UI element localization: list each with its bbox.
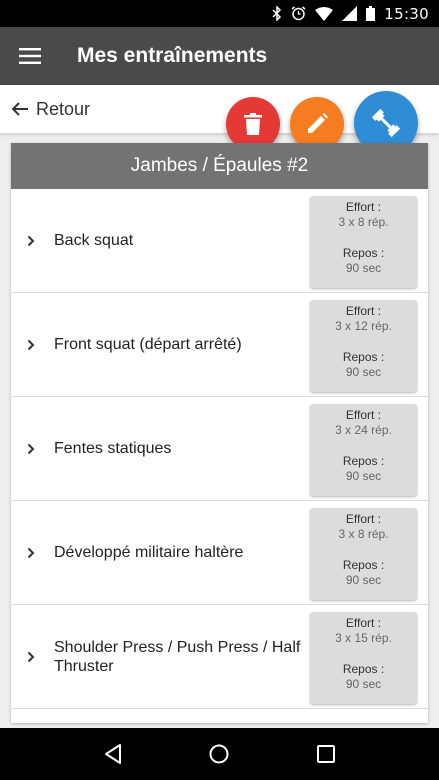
effort-label: Effort : xyxy=(345,304,382,318)
exercise-name: Shoulder Press / Push Press / Half Thrus… xyxy=(54,638,301,675)
exercise-row[interactable]: Développé militaire haltère Effort :3 x 8… xyxy=(11,501,428,605)
exercise-stats: Effort :3 x 15 rép. Repos :90 sec xyxy=(310,612,417,704)
effort-value: 3 x 12 rép. xyxy=(335,319,392,333)
effort-label: Effort : xyxy=(345,512,382,526)
app-bar: Mes entraînements xyxy=(0,27,439,85)
trash-icon xyxy=(244,113,262,135)
wifi-icon xyxy=(315,6,334,21)
rest-value: 90 sec xyxy=(345,365,382,379)
effort-value: 3 x 8 rép. xyxy=(338,215,389,229)
bluetooth-icon xyxy=(272,6,282,21)
rest-label: Repos : xyxy=(342,350,385,364)
exercise-row[interactable]: Front squat (départ arrêté) Effort :3 x 1… xyxy=(11,293,428,397)
rest-value: 90 sec xyxy=(345,261,382,275)
triangle-back-icon xyxy=(105,744,122,764)
effort-label: Effort : xyxy=(345,200,382,214)
exercise-name: Fentes statiques xyxy=(54,440,172,457)
exercise-row[interactable]: Back squat Effort :3 x 8 rép. Repos :90 se… xyxy=(11,189,428,293)
effort-label: Effort : xyxy=(345,616,382,630)
workout-card: Jambes / Épaules #2 Back squat Effort :3 … xyxy=(11,143,428,723)
rest-label: Repos : xyxy=(342,662,385,676)
exercise-stats: Effort :3 x 24 rép. Repos :90 sec xyxy=(310,404,417,496)
exercise-row[interactable]: Shoulder Press / Push Press / Half Thrus… xyxy=(11,605,428,709)
effort-value: 3 x 15 rép. xyxy=(335,631,392,645)
exercise-list: Back squat Effort :3 x 8 rép. Repos :90 se… xyxy=(11,189,428,709)
rest-value: 90 sec xyxy=(345,469,382,483)
system-nav-bar xyxy=(0,728,439,780)
rest-value: 90 sec xyxy=(345,573,382,587)
status-time: 15:30 xyxy=(384,4,429,23)
workout-title: Jambes / Épaules #2 xyxy=(11,143,428,189)
exercise-row[interactable]: Fentes statiques Effort :3 x 24 rép. Repos… xyxy=(11,397,428,501)
status-bar: 15:30 xyxy=(0,0,439,27)
rest-label: Repos : xyxy=(342,454,385,468)
back-button[interactable]: Retour xyxy=(12,99,90,120)
chevron-right-icon xyxy=(27,501,35,604)
chevron-right-icon xyxy=(27,605,35,708)
hamburger-menu-icon xyxy=(19,48,41,64)
rest-value: 90 sec xyxy=(345,677,382,691)
menu-button[interactable] xyxy=(0,27,60,85)
exercise-stats: Effort :3 x 12 rép. Repos :90 sec xyxy=(310,300,417,392)
dumbbell-icon xyxy=(371,108,401,138)
rest-label: Repos : xyxy=(342,558,385,572)
back-label: Retour xyxy=(36,98,91,119)
exercise-name: Front squat (départ arrêté) xyxy=(54,336,242,353)
effort-value: 3 x 8 rép. xyxy=(338,527,389,541)
exercise-name: Back squat xyxy=(54,232,134,249)
nav-back-button[interactable] xyxy=(89,730,137,778)
page-title: Mes entraînements xyxy=(77,44,268,67)
chevron-right-icon xyxy=(27,293,35,396)
chevron-right-icon xyxy=(27,189,35,292)
pencil-icon xyxy=(308,113,328,133)
exercise-stats: Effort :3 x 8 rép. Repos :90 sec xyxy=(310,196,417,288)
effort-label: Effort : xyxy=(345,408,382,422)
effort-value: 3 x 24 rép. xyxy=(335,423,392,437)
square-recents-icon xyxy=(316,745,335,763)
circle-home-icon xyxy=(209,744,229,764)
rest-label: Repos : xyxy=(342,246,385,260)
nav-home-button[interactable] xyxy=(195,730,243,778)
signal-icon xyxy=(342,6,358,21)
alarm-icon xyxy=(291,6,306,21)
battery-icon xyxy=(366,6,376,21)
exercise-name: Développé militaire haltère xyxy=(54,544,244,561)
chevron-right-icon xyxy=(27,397,35,500)
arrow-left-icon xyxy=(12,102,28,116)
nav-recents-button[interactable] xyxy=(302,730,350,778)
exercise-stats: Effort :3 x 8 rép. Repos :90 sec xyxy=(310,508,417,600)
